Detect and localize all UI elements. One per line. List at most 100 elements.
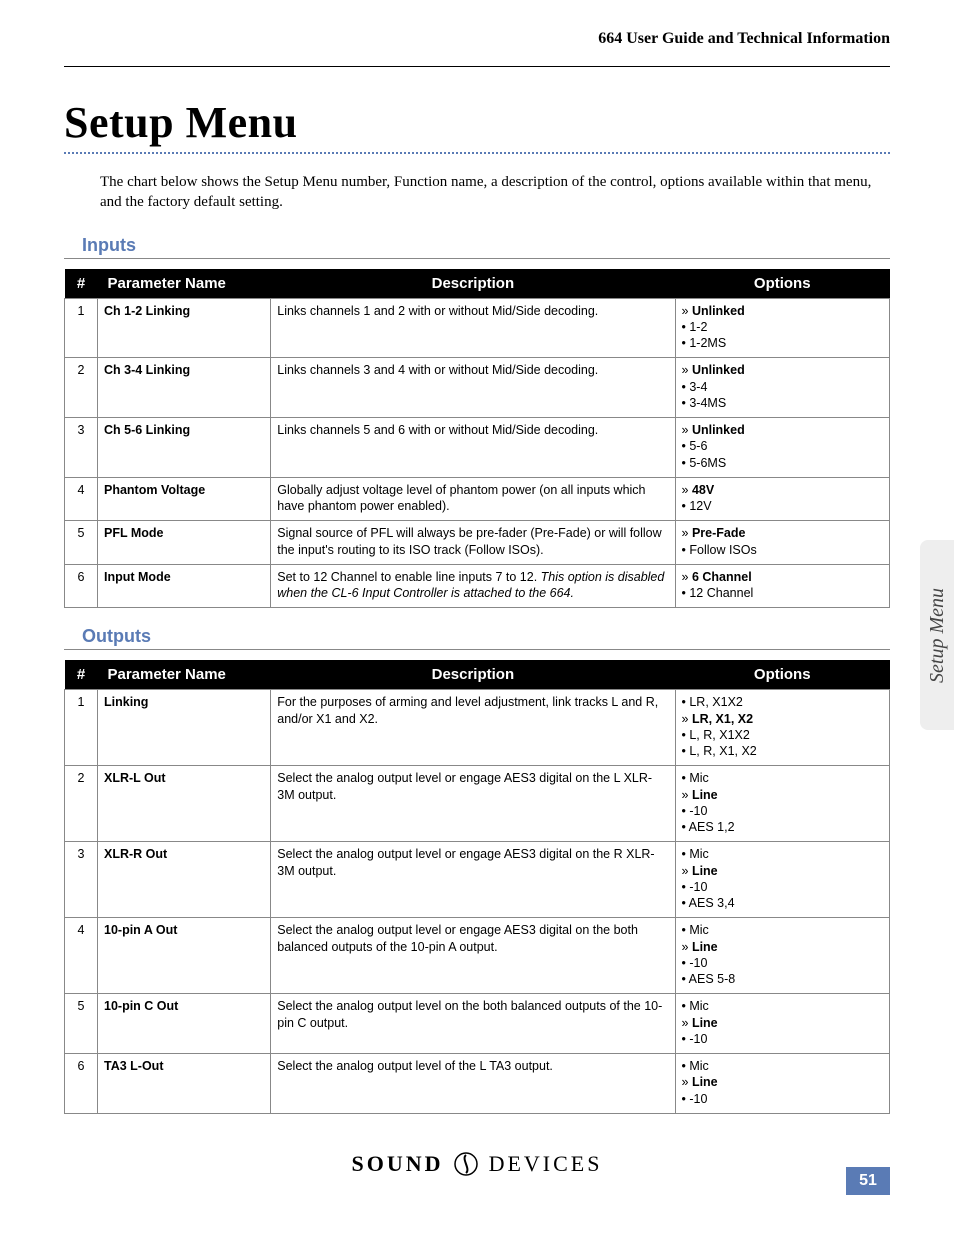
table-row: 3Ch 5-6 LinkingLinks channels 5 and 6 wi… xyxy=(65,418,890,478)
param-table: #Parameter NameDescriptionOptions1Ch 1-2… xyxy=(64,269,890,609)
cell-param: PFL Mode xyxy=(98,521,271,565)
cell-param: TA3 L-Out xyxy=(98,1054,271,1114)
col-desc: Description xyxy=(271,269,675,299)
option-item: Mic xyxy=(682,922,884,938)
option-default: Unlinked xyxy=(682,303,884,319)
option-item: -10 xyxy=(682,955,884,971)
footer: SOUND DEVICES 51 xyxy=(64,1151,890,1191)
option-item: 5-6 xyxy=(682,438,884,454)
table-row: 5PFL ModeSignal source of PFL will alway… xyxy=(65,521,890,565)
cell-num: 4 xyxy=(65,918,98,994)
cell-desc: Select the analog output level or engage… xyxy=(271,918,675,994)
cell-desc: Links channels 3 and 4 with or without M… xyxy=(271,358,675,418)
table-row: 6Input ModeSet to 12 Channel to enable l… xyxy=(65,564,890,608)
option-item: -10 xyxy=(682,803,884,819)
cell-param: Ch 5-6 Linking xyxy=(98,418,271,478)
cell-options: MicLine-10AES 1,2 xyxy=(675,766,890,842)
sections: Inputs#Parameter NameDescriptionOptions1… xyxy=(64,235,890,1114)
option-default: LR, X1, X2 xyxy=(682,711,884,727)
option-item: AES 1,2 xyxy=(682,819,884,835)
table-row: 2XLR-L OutSelect the analog output level… xyxy=(65,766,890,842)
section-rule xyxy=(64,258,890,259)
cell-param: Phantom Voltage xyxy=(98,477,271,521)
cell-num: 3 xyxy=(65,418,98,478)
col-opts: Options xyxy=(675,660,890,690)
cell-desc: Links channels 5 and 6 with or without M… xyxy=(271,418,675,478)
option-item: Mic xyxy=(682,1058,884,1074)
cell-options: MicLine-10 xyxy=(675,994,890,1054)
col-num: # xyxy=(65,660,98,690)
cell-desc: Select the analog output level on the bo… xyxy=(271,994,675,1054)
cell-desc: Select the analog output level of the L … xyxy=(271,1054,675,1114)
option-list: MicLine-10AES 1,2 xyxy=(682,770,884,835)
table-row: 2Ch 3-4 LinkingLinks channels 3 and 4 wi… xyxy=(65,358,890,418)
col-param: Parameter Name xyxy=(98,269,271,299)
table-row: 1LinkingFor the purposes of arming and l… xyxy=(65,690,890,766)
cell-num: 1 xyxy=(65,298,98,358)
cell-param: XLR-R Out xyxy=(98,842,271,918)
cell-desc-italic: This option is disabled when the CL-6 In… xyxy=(277,570,664,600)
cell-options: Unlinked1-21-2MS xyxy=(675,298,890,358)
option-item: L, R, X1X2 xyxy=(682,727,884,743)
cell-options: Unlinked5-65-6MS xyxy=(675,418,890,478)
cell-options: MicLine-10 xyxy=(675,1054,890,1114)
cell-desc: Select the analog output level or engage… xyxy=(271,842,675,918)
col-opts: Options xyxy=(675,269,890,299)
logo-icon xyxy=(453,1151,479,1177)
option-default: Line xyxy=(682,1074,884,1090)
cell-options: MicLine-10AES 5-8 xyxy=(675,918,890,994)
cell-num: 2 xyxy=(65,766,98,842)
option-list: 6 Channel12 Channel xyxy=(682,569,884,602)
page-number: 51 xyxy=(846,1167,890,1195)
option-default: Line xyxy=(682,787,884,803)
cell-param: Ch 3-4 Linking xyxy=(98,358,271,418)
cell-num: 1 xyxy=(65,690,98,766)
option-item: AES 5-8 xyxy=(682,971,884,987)
option-item: AES 3,4 xyxy=(682,895,884,911)
cell-desc: For the purposes of arming and level adj… xyxy=(271,690,675,766)
running-head: 664 User Guide and Technical Information xyxy=(64,30,890,48)
cell-desc: Select the analog output level or engage… xyxy=(271,766,675,842)
intro-paragraph: The chart below shows the Setup Menu num… xyxy=(100,172,890,213)
option-item: 5-6MS xyxy=(682,455,884,471)
col-num: # xyxy=(65,269,98,299)
option-default: 48V xyxy=(682,482,884,498)
cell-desc: Set to 12 Channel to enable line inputs … xyxy=(271,564,675,608)
top-rule xyxy=(64,66,890,67)
table-row: 6TA3 L-OutSelect the analog output level… xyxy=(65,1054,890,1114)
option-item: Mic xyxy=(682,998,884,1014)
cell-desc: Globally adjust voltage level of phantom… xyxy=(271,477,675,521)
page: 664 User Guide and Technical Information… xyxy=(0,0,954,1235)
section-rule xyxy=(64,649,890,650)
option-item: Follow ISOs xyxy=(682,542,884,558)
option-list: MicLine-10AES 5-8 xyxy=(682,922,884,987)
cell-num: 2 xyxy=(65,358,98,418)
option-item: 1-2 xyxy=(682,319,884,335)
cell-desc: Signal source of PFL will always be pre-… xyxy=(271,521,675,565)
option-list: Unlinked3-43-4MS xyxy=(682,362,884,411)
table-row: 3XLR-R OutSelect the analog output level… xyxy=(65,842,890,918)
cell-options: MicLine-10AES 3,4 xyxy=(675,842,890,918)
cell-num: 4 xyxy=(65,477,98,521)
col-param: Parameter Name xyxy=(98,660,271,690)
cell-param: Linking xyxy=(98,690,271,766)
cell-param: 10-pin A Out xyxy=(98,918,271,994)
section-heading: Outputs xyxy=(82,626,890,647)
cell-param: Input Mode xyxy=(98,564,271,608)
param-table: #Parameter NameDescriptionOptions1Linkin… xyxy=(64,660,890,1114)
option-default: Unlinked xyxy=(682,362,884,378)
cell-num: 5 xyxy=(65,994,98,1054)
footer-logo-right: DEVICES xyxy=(489,1151,603,1176)
col-desc: Description xyxy=(271,660,675,690)
side-tab-label: Setup Menu xyxy=(926,588,949,683)
option-list: LR, X1X2LR, X1, X2L, R, X1X2L, R, X1, X2 xyxy=(682,694,884,759)
option-item: Mic xyxy=(682,846,884,862)
cell-options: 48V12V xyxy=(675,477,890,521)
cell-param: 10-pin C Out xyxy=(98,994,271,1054)
option-default: Pre-Fade xyxy=(682,525,884,541)
cell-options: 6 Channel12 Channel xyxy=(675,564,890,608)
option-list: Pre-FadeFollow ISOs xyxy=(682,525,884,558)
cell-num: 6 xyxy=(65,564,98,608)
option-default: 6 Channel xyxy=(682,569,884,585)
table-row: 1Ch 1-2 LinkingLinks channels 1 and 2 wi… xyxy=(65,298,890,358)
